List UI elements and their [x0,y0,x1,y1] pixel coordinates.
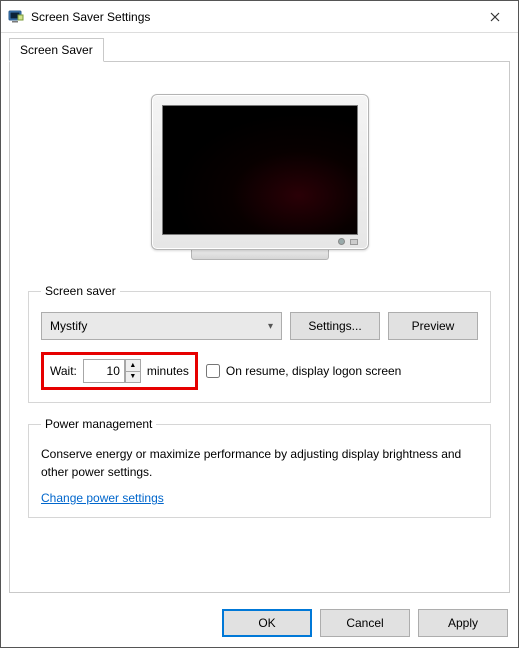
screensaver-settings-window: Screen Saver Settings Screen Saver Scree… [0,0,519,648]
apply-button[interactable]: Apply [418,609,508,637]
wait-highlight: Wait: ▲ ▼ minutes [41,352,198,390]
wait-unit: minutes [147,364,189,378]
monitor-power-icon [350,239,358,245]
wait-down-button[interactable]: ▼ [125,371,141,384]
preview-button[interactable]: Preview [388,312,478,340]
tabstrip: Screen Saver [1,33,518,61]
wait-input[interactable] [83,359,125,383]
ok-button[interactable]: OK [222,609,312,637]
resume-checkbox-label[interactable]: On resume, display logon screen [206,364,401,378]
app-icon [7,8,25,26]
screensaver-legend: Screen saver [41,284,120,298]
monitor-screen [162,105,358,235]
cancel-button[interactable]: Cancel [320,609,410,637]
close-button[interactable] [472,1,518,33]
monitor-led-icon [339,239,344,244]
screensaver-select-value: Mystify [50,319,87,333]
preview-area [28,80,491,284]
resume-text: On resume, display logon screen [226,364,401,378]
monitor-frame [151,94,369,250]
resume-checkbox[interactable] [206,364,220,378]
titlebar: Screen Saver Settings [1,1,518,33]
chevron-down-icon: ▾ [268,321,273,332]
tab-screensaver[interactable]: Screen Saver [9,38,104,62]
change-power-settings-link[interactable]: Change power settings [41,491,164,505]
wait-spinner: ▲ ▼ [83,359,141,383]
window-title: Screen Saver Settings [31,10,472,24]
monitor-stand [191,250,329,260]
wait-label: Wait: [50,364,77,378]
power-group: Power management Conserve energy or maxi… [28,417,491,518]
tab-panel: Screen saver Mystify ▾ Settings... Previ… [9,61,510,593]
power-description: Conserve energy or maximize performance … [41,445,478,481]
dialog-button-bar: OK Cancel Apply [1,601,518,647]
screensaver-group: Screen saver Mystify ▾ Settings... Previ… [28,284,491,403]
screensaver-select[interactable]: Mystify ▾ [41,312,282,340]
wait-up-button[interactable]: ▲ [125,359,141,371]
settings-button[interactable]: Settings... [290,312,380,340]
power-legend: Power management [41,417,156,431]
monitor-preview [151,94,369,260]
